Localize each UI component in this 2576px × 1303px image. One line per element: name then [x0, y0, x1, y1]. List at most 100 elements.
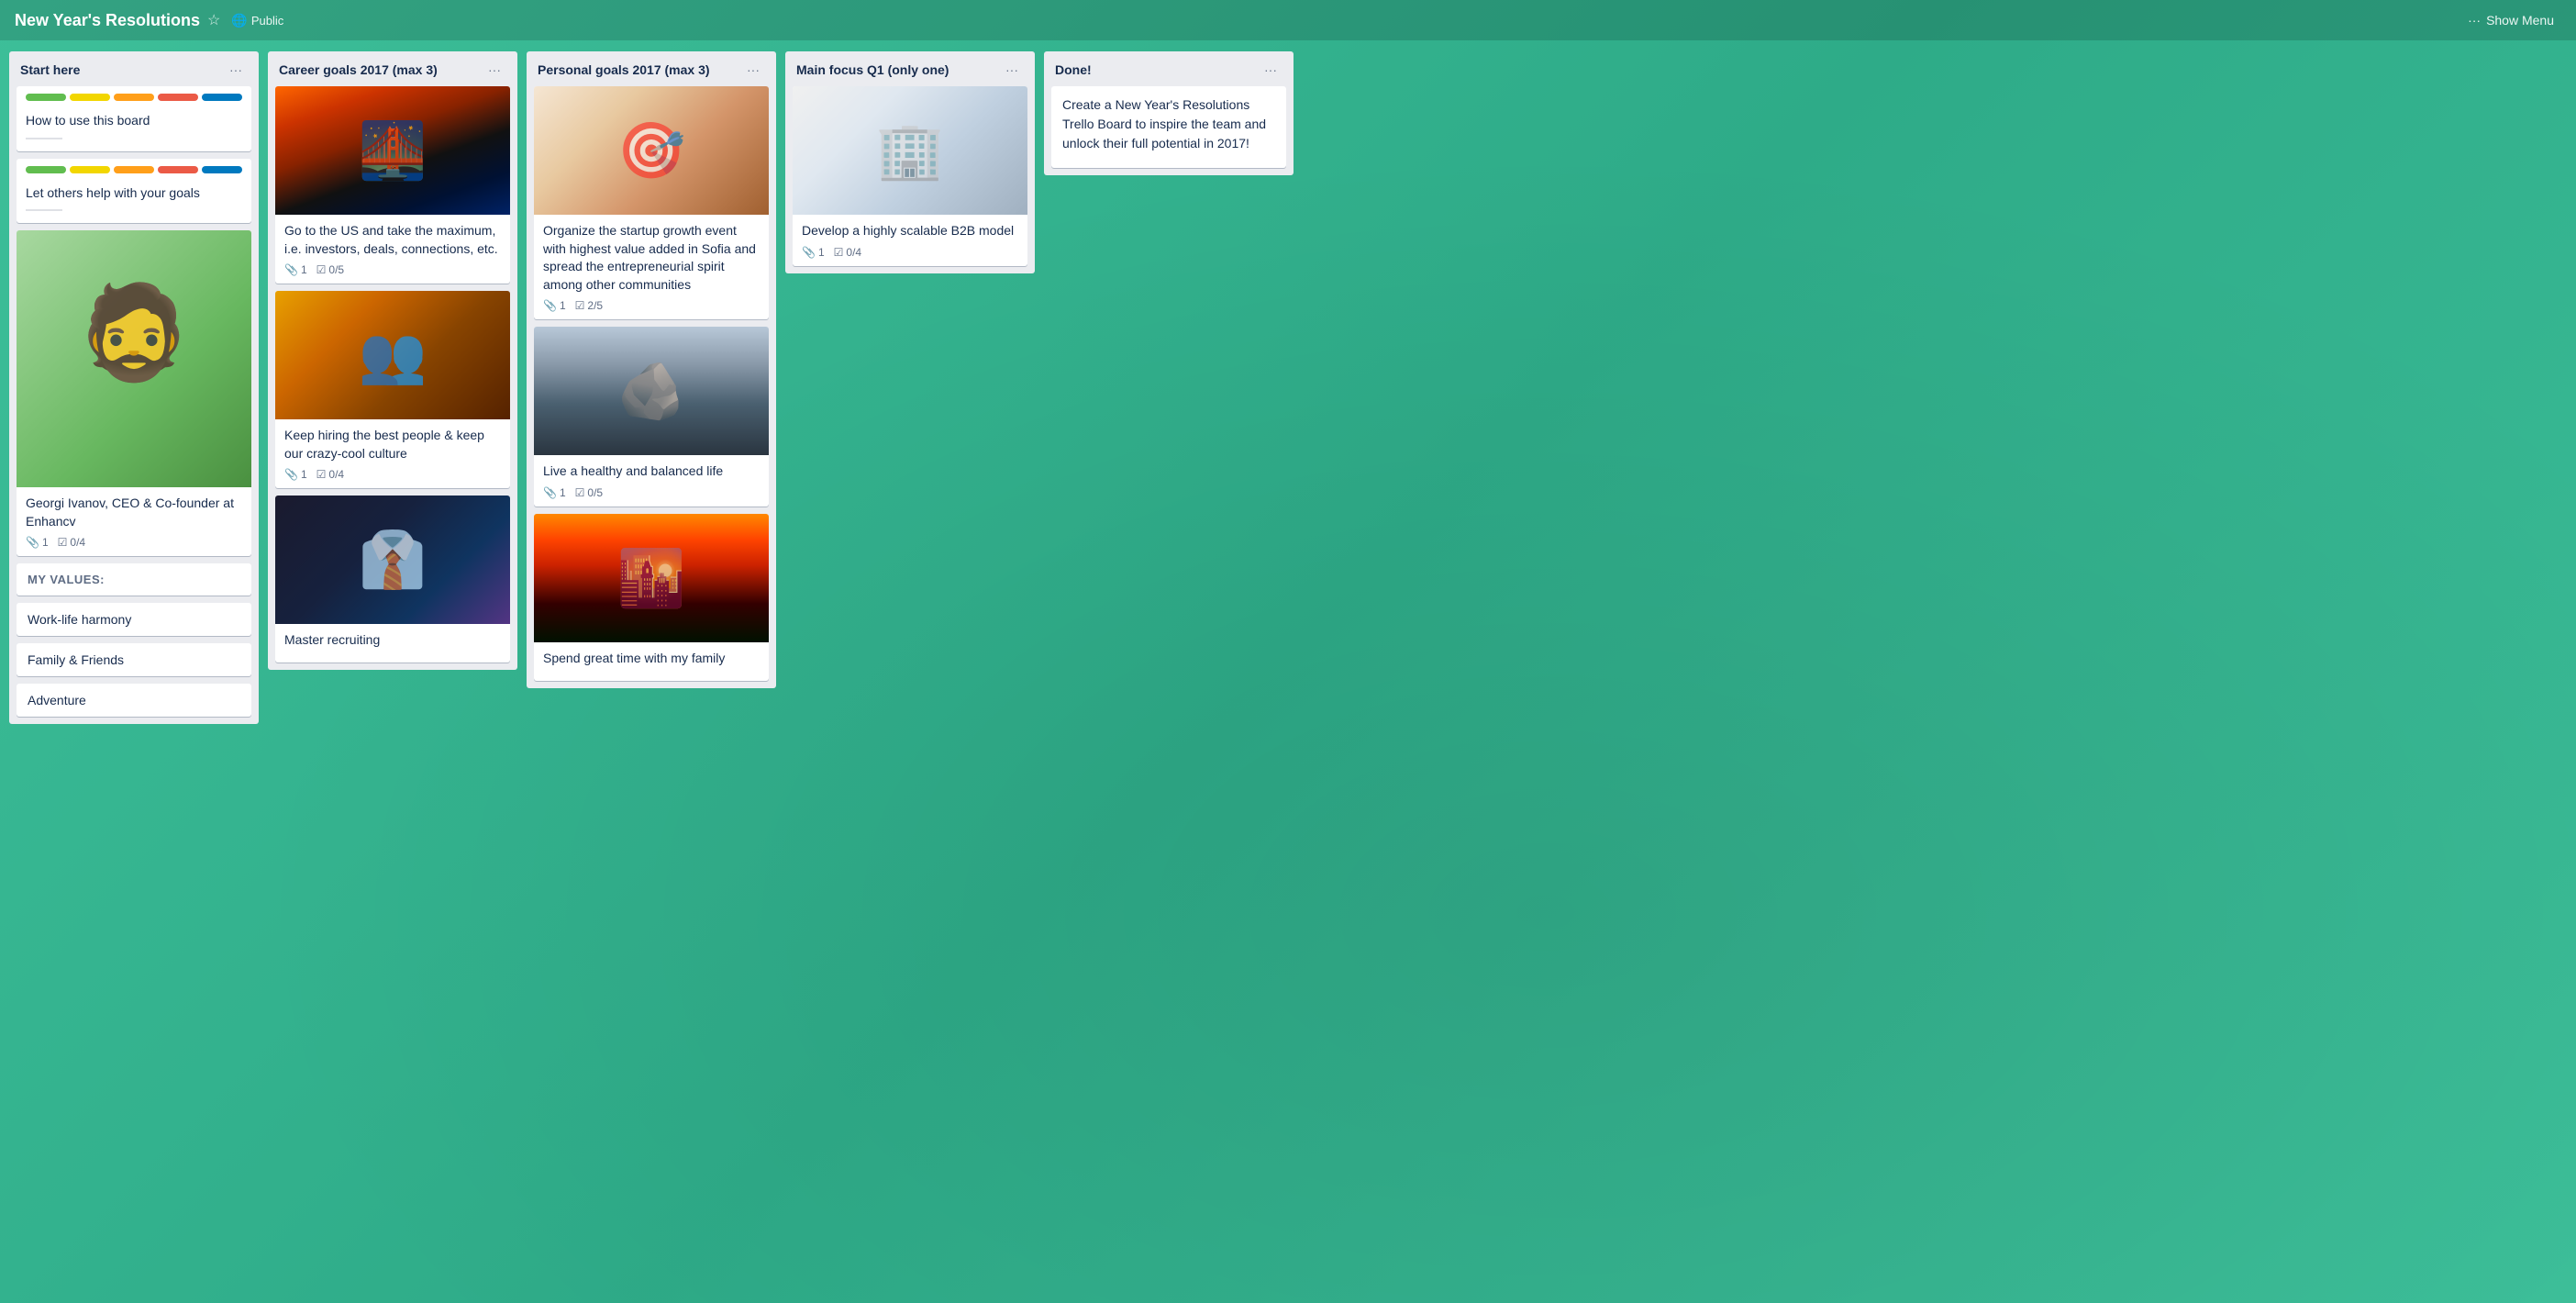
card-master-recruiting[interactable]: Master recruiting	[275, 496, 510, 663]
card-checklist-us: ☑ 0/5	[316, 263, 344, 276]
list-career-goals: Career goals 2017 (max 3) ··· Go to the …	[268, 51, 517, 670]
color-bar-yellow2	[70, 166, 110, 173]
card-title-create-board: Create a New Year's Resolutions Trello B…	[1062, 95, 1275, 153]
card-work-life[interactable]: Work-life harmony	[17, 603, 251, 636]
card-title-family-time: Spend great time with my family	[543, 650, 760, 668]
card-meta-hiring: 📎 1 ☑ 0/4	[284, 468, 501, 481]
card-checklist-b2b: ☑ 0/4	[834, 246, 861, 259]
attachment-icon5: 📎	[543, 486, 557, 499]
card-title-startup: Organize the startup growth event with h…	[543, 222, 760, 294]
color-bar-red	[158, 94, 198, 101]
card-keep-hiring[interactable]: Keep hiring the best people & keep our c…	[275, 291, 510, 488]
attachment-count-startup: 1	[560, 299, 566, 312]
card-image-stones	[534, 327, 769, 455]
color-bar-green	[26, 94, 66, 101]
checklist-count-us: 0/5	[328, 263, 344, 276]
card-body-let-others: Let others help with your goals	[17, 177, 251, 224]
attachment-icon: 📎	[26, 536, 39, 549]
attachment-icon6: 📎	[802, 246, 816, 259]
card-image-bridge	[275, 86, 510, 215]
attachment-count-b2b: 1	[818, 246, 825, 259]
visibility-badge: 🌐 Public	[231, 13, 283, 28]
card-georgi[interactable]: Georgi Ivanov, CEO & Co-founder at Enhan…	[17, 230, 251, 556]
card-healthy-life[interactable]: Live a healthy and balanced life 📎 1 ☑ 0…	[534, 327, 769, 507]
list-menu-main-focus[interactable]: ···	[1000, 61, 1024, 79]
card-checklist-hiring: ☑ 0/4	[316, 468, 344, 481]
card-title-adventure: Adventure	[28, 693, 86, 707]
card-title-how-to-use: How to use this board	[26, 112, 242, 130]
card-checklist-georgi: ☑ 0/4	[58, 536, 85, 549]
card-family-friends[interactable]: Family & Friends	[17, 643, 251, 676]
checklist-icon: ☑	[58, 536, 68, 549]
list-menu-career[interactable]: ···	[483, 61, 506, 79]
color-bar-green2	[26, 166, 66, 173]
card-body-go-to-us: Go to the US and take the maximum, i.e. …	[275, 215, 510, 284]
attachment-count-us: 1	[301, 263, 307, 276]
list-menu-start-here[interactable]: ···	[224, 61, 248, 79]
visibility-label: Public	[251, 14, 283, 28]
checklist-icon5: ☑	[575, 486, 585, 499]
card-image-group	[275, 291, 510, 419]
card-let-others-help[interactable]: Let others help with your goals	[17, 159, 251, 224]
star-icon[interactable]: ☆	[207, 11, 220, 29]
color-bars-how-to-use	[17, 86, 251, 105]
card-go-to-us[interactable]: Go to the US and take the maximum, i.e. …	[275, 86, 510, 284]
checklist-count-healthy: 0/5	[587, 486, 603, 499]
color-bar-red2	[158, 166, 198, 173]
list-header-start-here: Start here ···	[9, 51, 259, 86]
card-title-healthy: Live a healthy and balanced life	[543, 462, 760, 481]
show-menu-button[interactable]: ··· Show Menu	[2460, 9, 2561, 31]
attachment-count-hiring: 1	[301, 468, 307, 481]
card-title-let-others: Let others help with your goals	[26, 184, 242, 203]
header-right: ··· Show Menu	[2460, 9, 2561, 31]
card-attachments-hiring: 📎 1	[284, 468, 307, 481]
ellipsis-icon: ···	[2468, 13, 2481, 28]
list-title-personal: Personal goals 2017 (max 3)	[538, 62, 710, 77]
card-body-master-recruiting: Master recruiting	[275, 624, 510, 663]
attachment-count-georgi: 1	[42, 536, 49, 549]
card-meta-georgi: 📎 1 ☑ 0/4	[26, 536, 242, 549]
color-bars-let-others	[17, 159, 251, 177]
attachment-icon3: 📎	[284, 468, 298, 481]
attachment-icon2: 📎	[284, 263, 298, 276]
color-bar-orange	[114, 94, 154, 101]
attachment-count-healthy: 1	[560, 486, 566, 499]
card-desc-lines	[26, 136, 242, 144]
checklist-count-hiring: 0/4	[328, 468, 344, 481]
card-attachments-startup: 📎 1	[543, 299, 566, 312]
color-bar-yellow	[70, 94, 110, 101]
card-how-to-use[interactable]: How to use this board	[17, 86, 251, 151]
card-desc-lines2	[26, 207, 242, 216]
checklist-count-startup: 2/5	[587, 299, 603, 312]
card-body-startup: Organize the startup growth event with h…	[534, 215, 769, 319]
card-create-board[interactable]: Create a New Year's Resolutions Trello B…	[1051, 86, 1286, 168]
card-adventure[interactable]: Adventure	[17, 684, 251, 717]
card-checklist-startup: ☑ 2/5	[575, 299, 603, 312]
card-b2b-model[interactable]: Develop a highly scalable B2B model 📎 1 …	[793, 86, 1027, 266]
list-header-personal: Personal goals 2017 (max 3) ···	[527, 51, 776, 86]
list-cards-career: Go to the US and take the maximum, i.e. …	[268, 86, 517, 670]
checklist-icon2: ☑	[316, 263, 327, 276]
card-meta-go-to-us: 📎 1 ☑ 0/5	[284, 263, 501, 276]
list-cards-start-here: How to use this board Let others help wi…	[9, 86, 259, 724]
card-image-team	[275, 496, 510, 624]
card-body-georgi: Georgi Ivanov, CEO & Co-founder at Enhan…	[17, 487, 251, 556]
card-title-georgi: Georgi Ivanov, CEO & Co-founder at Enhan…	[26, 495, 242, 530]
list-title-main-focus: Main focus Q1 (only one)	[796, 62, 949, 77]
card-startup-growth[interactable]: Organize the startup growth event with h…	[534, 86, 769, 319]
card-body-healthy: Live a healthy and balanced life 📎 1 ☑ 0…	[534, 455, 769, 507]
app-header: New Year's Resolutions ☆ 🌐 Public ··· Sh…	[0, 0, 2576, 40]
list-menu-personal[interactable]: ···	[741, 61, 765, 79]
list-personal-goals: Personal goals 2017 (max 3) ··· Organize…	[527, 51, 776, 688]
card-family-time[interactable]: Spend great time with my family	[534, 514, 769, 681]
checklist-icon6: ☑	[834, 246, 844, 259]
list-cards-done: Create a New Year's Resolutions Trello B…	[1044, 86, 1294, 175]
list-menu-done[interactable]: ···	[1259, 61, 1282, 79]
card-attachments-b2b: 📎 1	[802, 246, 825, 259]
list-title-done: Done!	[1055, 62, 1092, 77]
card-image-office	[793, 86, 1027, 215]
card-attachments-us: 📎 1	[284, 263, 307, 276]
show-menu-label: Show Menu	[2486, 13, 2554, 28]
globe-icon: 🌐	[231, 13, 247, 28]
card-body-family-time: Spend great time with my family	[534, 642, 769, 681]
